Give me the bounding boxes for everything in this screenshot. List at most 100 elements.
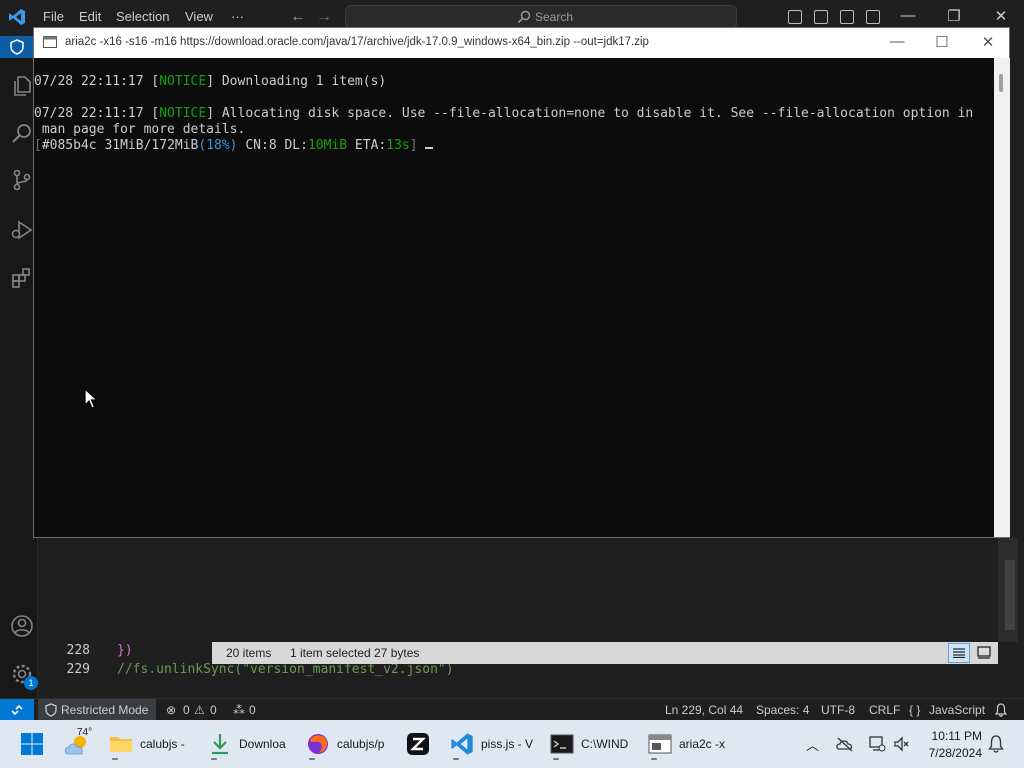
mouse-pointer-icon [84,388,98,409]
forward-arrow-icon[interactable]: → [316,8,332,26]
taskbar-app-firefox[interactable]: calubjs/p [306,728,392,760]
taskbar-open-indicator [211,758,217,760]
line-number: 228 [66,643,90,658]
notifications-bell-icon[interactable] [988,735,1004,753]
taskbar-app-label: calubjs - [140,737,185,751]
percent-complete: (18%) [198,138,238,153]
warning-count[interactable]: 0 [210,703,217,717]
cursor-position[interactable]: Ln 229, Col 44 [665,703,743,717]
notifications-bell-icon[interactable] [995,703,1007,717]
terminal-cursor [425,147,434,149]
taskbar-open-indicator [112,758,118,760]
clock-date[interactable]: 7/28/2024 [922,746,982,760]
accounts-icon[interactable] [10,614,34,638]
menu-selection[interactable]: Selection [116,9,169,24]
onedrive-offline-icon[interactable] [836,736,854,752]
chevron-up-icon[interactable]: ︿ [806,735,819,754]
taskbar-app-vscode[interactable]: piss.js - V [450,728,536,760]
toggle-secondary-sidebar-icon[interactable] [840,10,854,24]
toggle-primary-sidebar-icon[interactable] [788,10,802,24]
customize-layout-icon[interactable] [866,10,880,24]
menu-file[interactable]: File [43,9,64,24]
terminal-line: man page for more details. [34,122,246,137]
menu-more[interactable]: ··· [231,9,244,24]
terminal-line: 07/28 22:11:17 [NOTICE] Downloading 1 it… [34,74,387,89]
taskbar-app-cmd[interactable]: C:\WIND [550,728,636,760]
terminal-scrollbar-thumb[interactable] [999,74,1003,92]
details-view-button[interactable] [948,643,970,663]
taskbar-app-downloads[interactable]: Downloa [208,728,294,760]
firefox-icon [308,734,328,754]
explorer-icon[interactable] [10,74,34,98]
details-view-icon [953,648,965,658]
terminal-maximize-button[interactable]: ☐ [931,33,953,51]
back-arrow-icon[interactable]: ← [290,8,306,26]
large-icons-view-button[interactable] [974,643,994,663]
terminal-close-button[interactable]: ✕ [977,33,999,51]
ports-icon[interactable]: ⁂ [233,703,245,717]
language-mode[interactable]: JavaScript [929,703,985,717]
line-number: 229 [66,662,90,677]
indentation[interactable]: Spaces: 4 [756,703,809,717]
error-icon[interactable]: ⊗ [166,703,176,717]
run-and-debug-icon[interactable] [10,218,34,242]
restricted-mode-status[interactable]: Restricted Mode [38,699,156,721]
weather-widget[interactable]: 74° [62,727,96,762]
terminal-minimize-button[interactable]: — [886,33,908,50]
network-icon[interactable] [868,735,886,753]
editor-area[interactable] [38,538,1000,642]
volume-muted-icon[interactable] [893,735,911,753]
command-center-search[interactable]: Search [345,5,737,29]
terminal-output[interactable]: 07/28 22:11:17 [NOTICE] Downloading 1 it… [34,58,994,537]
error-count[interactable]: 0 [183,703,190,717]
ports-count[interactable]: 0 [249,703,256,717]
code-line[interactable]: }) [117,643,133,658]
download-speed: 10MiB [307,138,348,153]
menu-edit[interactable]: Edit [79,9,101,24]
terminal-window[interactable]: aria2c -x16 -s16 -m16 https://download.o… [33,27,1010,538]
taskbar-app-label: Downloa [239,737,286,751]
clock-time[interactable]: 10:11 PM [930,729,982,743]
code-line[interactable]: //fs.unlinkSync("version_manifest_v2.jso… [117,662,454,677]
terminal-line: 07/28 22:11:17 [NOTICE] Allocating disk … [34,106,974,121]
taskbar-app-explorer[interactable]: calubjs - [109,728,195,760]
taskbar-app-zed[interactable] [406,728,434,760]
search-icon[interactable] [10,122,34,146]
terminal-title: aria2c -x16 -s16 -m16 https://download.o… [65,36,649,48]
taskbar-open-indicator [553,758,559,760]
restricted-mode-label: Restricted Mode [61,703,149,717]
notice-tag: NOTICE [159,74,207,89]
downloaded-size: 31MiB/172MiB [96,138,199,153]
download-icon [212,734,228,755]
remote-indicator-button[interactable] [0,699,34,721]
warning-icon[interactable]: ⚠ [194,703,205,717]
taskbar-app-aria2c[interactable]: aria2c -x [648,728,738,760]
large-icons-view-icon [977,646,991,659]
extensions-icon[interactable] [10,266,34,290]
weather-temperature: 74° [77,727,93,738]
progress-line: [#085b4c 31MiB/172MiB(18%) CN:8 DL:10MiB… [34,138,434,153]
end-of-line[interactable]: CRLF [869,703,900,717]
file-encoding[interactable]: UTF-8 [821,703,855,717]
vscode-restore-button[interactable]: ❐ [944,7,964,25]
windows-start-icon[interactable] [20,732,44,756]
taskbar-open-indicator [651,758,657,760]
terminal-titlebar[interactable]: aria2c -x16 -s16 -m16 https://download.o… [34,28,1009,58]
terminal-scrollbar[interactable] [994,58,1010,537]
menu-view[interactable]: View [185,9,213,24]
vscode-icon [451,733,473,755]
eta: 13s [386,138,410,153]
file-explorer-statusbar: 20 items 1 item selected 27 bytes [212,642,998,664]
cmd-icon [550,734,574,754]
folder-icon [110,737,132,752]
selection-info: 1 item selected 27 bytes [290,646,420,660]
vscode-minimize-button[interactable]: — [898,7,918,24]
source-control-icon[interactable] [10,168,34,192]
editor-scrollbar-thumb[interactable] [1005,560,1015,630]
shield-icon [10,39,24,55]
vscode-close-button[interactable]: ✕ [991,7,1011,25]
search-placeholder: Search [535,10,574,24]
item-count: 20 items [226,646,272,660]
restricted-mode-banner[interactable] [0,36,34,58]
toggle-panel-icon[interactable] [814,10,828,24]
